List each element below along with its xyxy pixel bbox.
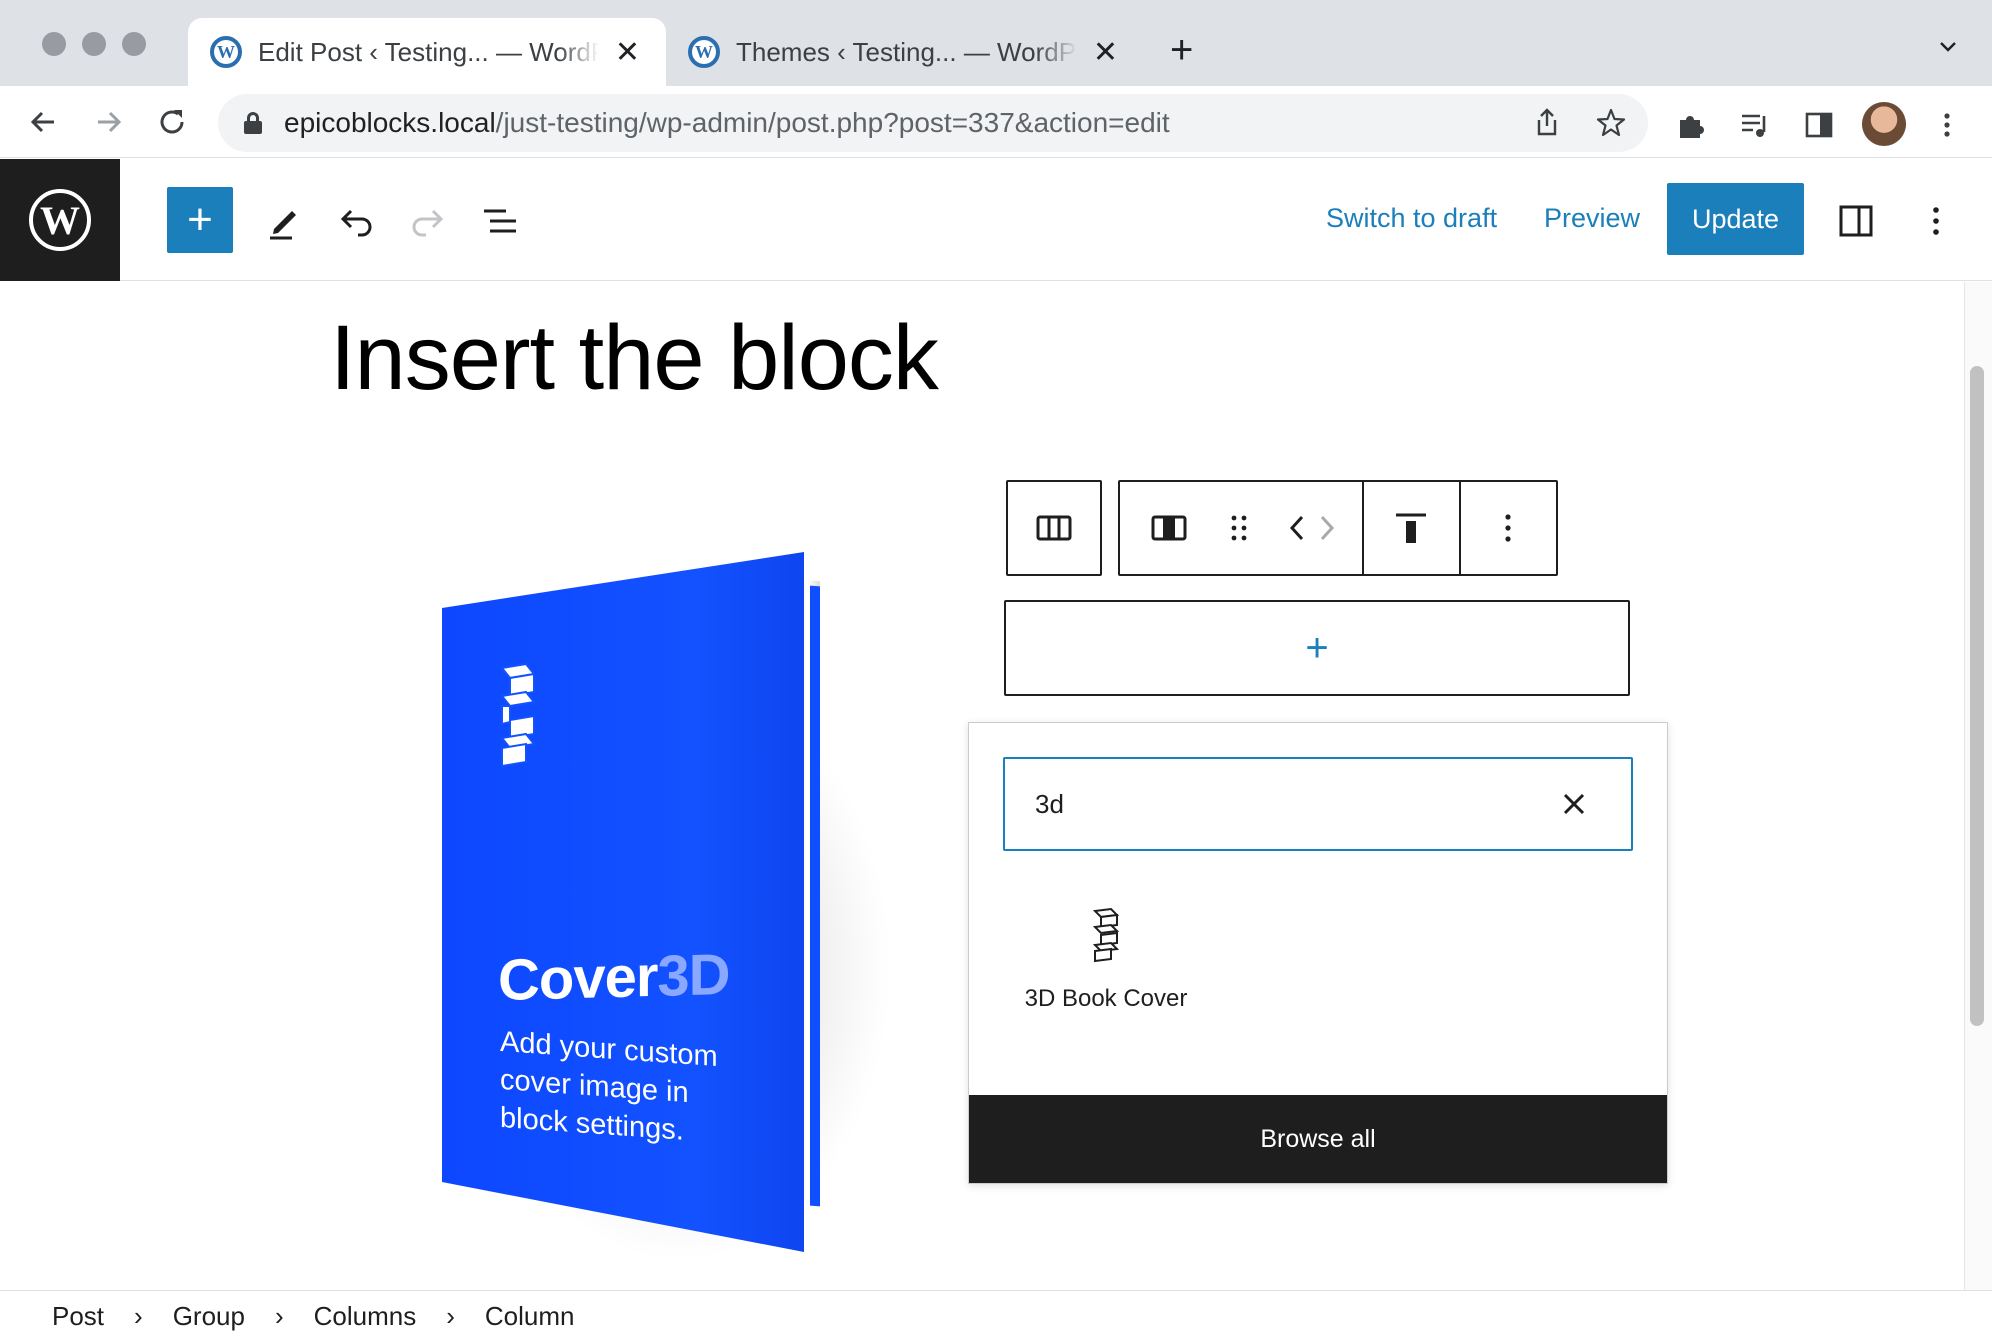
breadcrumb-separator-icon: › — [274, 1301, 284, 1331]
book-cover-subtitle: Add your custom cover image in block set… — [500, 1025, 718, 1147]
browse-all-button[interactable]: Browse all — [969, 1095, 1667, 1183]
breadcrumb-separator-icon: › — [446, 1301, 455, 1331]
drag-handle-icon[interactable] — [1219, 482, 1259, 574]
inserter-result-item[interactable]: 3D Book Cover — [1011, 899, 1201, 1039]
window-minimize-dot[interactable] — [82, 32, 106, 56]
breadcrumb-separator-icon: › — [134, 1301, 143, 1331]
undo-icon[interactable] — [334, 199, 378, 243]
share-icon[interactable] — [1530, 106, 1564, 140]
browser-tab-edit-post[interactable]: W Edit Post ‹ Testing... — WordPress ✕ — [188, 18, 666, 86]
browser-toolbar: epicoblocks.local/just-testing/wp-admin/… — [0, 86, 1992, 158]
tools-pencil-icon[interactable] — [262, 199, 306, 243]
vertical-alignment-top-button[interactable] — [1361, 482, 1459, 574]
window-close-dot[interactable] — [42, 32, 66, 56]
block-toolbar — [1118, 480, 1558, 576]
post-title[interactable]: Insert the block — [330, 306, 939, 411]
select-parent-columns-button[interactable] — [1008, 482, 1100, 574]
browser-tab-themes[interactable]: W Themes ‹ Testing... — WordPress ✕ — [666, 18, 1144, 86]
back-arrow-icon[interactable] — [24, 102, 64, 142]
wordpress-logo-icon[interactable]: W — [0, 159, 120, 281]
browser-tab-strip: W Edit Post ‹ Testing... — WordPress ✕ W… — [0, 0, 1992, 86]
update-button[interactable]: Update — [1667, 183, 1804, 255]
book-cover-title: Cover3D — [498, 941, 730, 1014]
redo-icon[interactable] — [406, 199, 450, 243]
block-search-input[interactable] — [1005, 759, 1545, 849]
forward-arrow-icon[interactable] — [88, 102, 128, 142]
breadcrumb-item-columns[interactable]: Columns — [314, 1301, 417, 1332]
cover3d-logo-icon — [500, 662, 536, 768]
block-appender-button[interactable]: + — [1004, 600, 1630, 696]
breadcrumb-item-post[interactable]: Post — [52, 1301, 104, 1332]
browser-menu-kebab-icon[interactable] — [1930, 108, 1964, 142]
breadcrumb-item-group[interactable]: Group — [173, 1301, 245, 1332]
profile-avatar[interactable] — [1862, 102, 1906, 146]
tab-search-chevron-icon[interactable] — [1938, 36, 1958, 56]
media-playlist-icon[interactable] — [1738, 108, 1772, 142]
move-left-icon[interactable] — [1283, 482, 1313, 574]
inserter-result-label: 3D Book Cover — [1024, 985, 1188, 1012]
clear-search-close-icon[interactable] — [1559, 789, 1589, 819]
columns-icon — [1036, 515, 1072, 541]
book-front-cover: Cover3D Add your custom cover image in b… — [442, 552, 804, 1252]
url-text: epicoblocks.local/just-testing/wp-admin/… — [284, 107, 1170, 138]
move-right-icon[interactable] — [1312, 482, 1342, 574]
reload-icon[interactable] — [152, 102, 192, 142]
wordpress-favicon-icon: W — [688, 36, 720, 68]
scrollbar-thumb[interactable] — [1970, 366, 1984, 1026]
quick-inserter-popover: 3D Book Cover Browse all — [968, 722, 1668, 1184]
tab-close-icon[interactable]: ✕ — [1089, 35, 1122, 70]
settings-sidebar-icon[interactable] — [1834, 199, 1878, 243]
document-overview-icon[interactable] — [478, 199, 522, 243]
breadcrumb-item-column: Column — [484, 1301, 575, 1331]
editor-canvas: Insert the block Cover3D Add your custom… — [0, 282, 1992, 1290]
preview-button[interactable]: Preview — [1544, 203, 1640, 234]
wordpress-favicon-icon: W — [210, 36, 242, 68]
block-type-column-button[interactable] — [1120, 482, 1219, 574]
block-breadcrumb: Post › Group › Columns › Column — [0, 1290, 1992, 1342]
side-panel-icon[interactable] — [1802, 108, 1836, 142]
column-icon — [1151, 515, 1187, 541]
book-back-cover — [810, 585, 820, 1207]
options-kebab-icon[interactable] — [1914, 199, 1958, 243]
block-search-field — [1003, 757, 1633, 851]
tab-title: Themes ‹ Testing... — WordPress — [736, 36, 1077, 67]
parent-block-toolbar — [1006, 480, 1102, 576]
window-zoom-dot[interactable] — [122, 32, 146, 56]
new-tab-icon[interactable]: + — [1170, 30, 1193, 70]
editor-header: W + Switch to draft Preview Update — [0, 159, 1992, 281]
bookmark-star-icon[interactable] — [1594, 106, 1628, 140]
tab-close-icon[interactable]: ✕ — [611, 35, 644, 70]
tab-title: Edit Post ‹ Testing... — WordPress — [258, 36, 599, 67]
address-bar[interactable]: epicoblocks.local/just-testing/wp-admin/… — [218, 94, 1648, 152]
align-top-icon — [1396, 513, 1427, 543]
lock-icon[interactable] — [244, 112, 262, 134]
block-inserter-toggle-button[interactable]: + — [167, 187, 233, 253]
block-options-kebab-icon[interactable] — [1458, 482, 1556, 574]
canvas-scrollbar[interactable] — [1964, 282, 1992, 1290]
extensions-puzzle-icon[interactable] — [1674, 108, 1708, 142]
book-cover-block[interactable]: Cover3D Add your custom cover image in b… — [430, 552, 890, 1292]
book-cover-icon — [1092, 907, 1120, 963]
switch-to-draft-button[interactable]: Switch to draft — [1326, 203, 1497, 234]
